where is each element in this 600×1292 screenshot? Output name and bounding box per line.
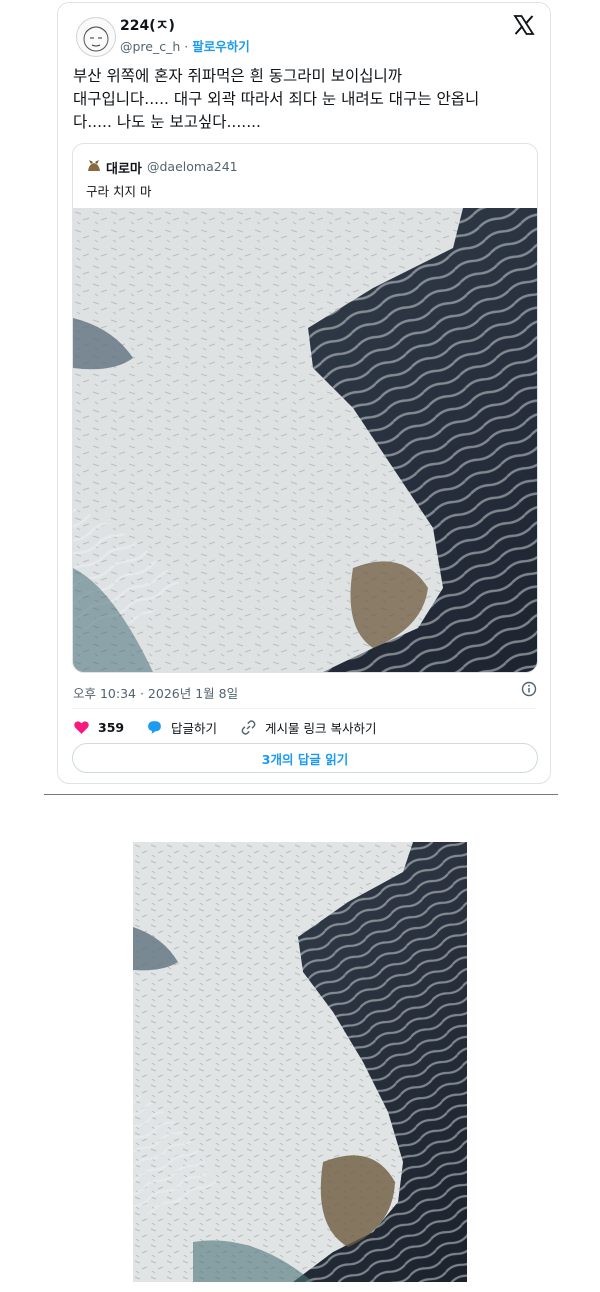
quote-author-handle[interactable]: @daeloma241 [147, 159, 238, 174]
reply-button[interactable]: 답글하기 [146, 717, 217, 737]
reply-label: 답글하기 [171, 720, 218, 736]
follow-button[interactable]: 팔로우하기 [192, 39, 250, 54]
info-icon[interactable] [521, 681, 537, 697]
quote-author-name[interactable]: 대로마 [106, 158, 142, 177]
author-name[interactable]: 224(ㅈ) [120, 15, 175, 35]
copy-link-button[interactable]: 게시물 링크 복사하기 [240, 717, 376, 737]
tweet-card: 224(ㅈ) @pre_c_h · 팔로우하기 부산 위쪽에 혼자 쥐파먹은 흰… [57, 2, 551, 784]
separator-dot: · [184, 39, 189, 54]
quote-author-avatar [88, 160, 100, 171]
link-icon [241, 719, 256, 735]
satellite-image-large[interactable] [133, 842, 467, 1282]
action-divider [72, 708, 536, 709]
quote-text: 구라 치지 마 [86, 184, 152, 199]
quoted-tweet[interactable]: 대로마 @daeloma241 구라 치지 마 [72, 143, 538, 673]
read-replies-button[interactable]: 3개의 답글 읽기 [72, 743, 538, 773]
author-handle-row: @pre_c_h · 팔로우하기 [120, 36, 250, 55]
like-button[interactable]: 359 [73, 717, 124, 737]
copy-link-label: 게시물 링크 복사하기 [265, 720, 377, 736]
heart-icon [74, 720, 89, 734]
section-separator [44, 794, 558, 795]
like-count: 359 [98, 719, 125, 735]
satellite-image[interactable] [73, 208, 537, 672]
speech-bubble-icon [148, 720, 161, 734]
x-logo-icon[interactable] [512, 13, 536, 37]
tweet-timestamp[interactable]: 오후 10:34 · 2026년 1월 8일 [73, 683, 238, 702]
tweet-text: 부산 위쪽에 혼자 쥐파먹은 흰 동그라미 보이십니까 대구입니다..... 대… [73, 67, 480, 131]
author-avatar[interactable] [76, 17, 116, 57]
author-handle[interactable]: @pre_c_h [120, 39, 180, 54]
